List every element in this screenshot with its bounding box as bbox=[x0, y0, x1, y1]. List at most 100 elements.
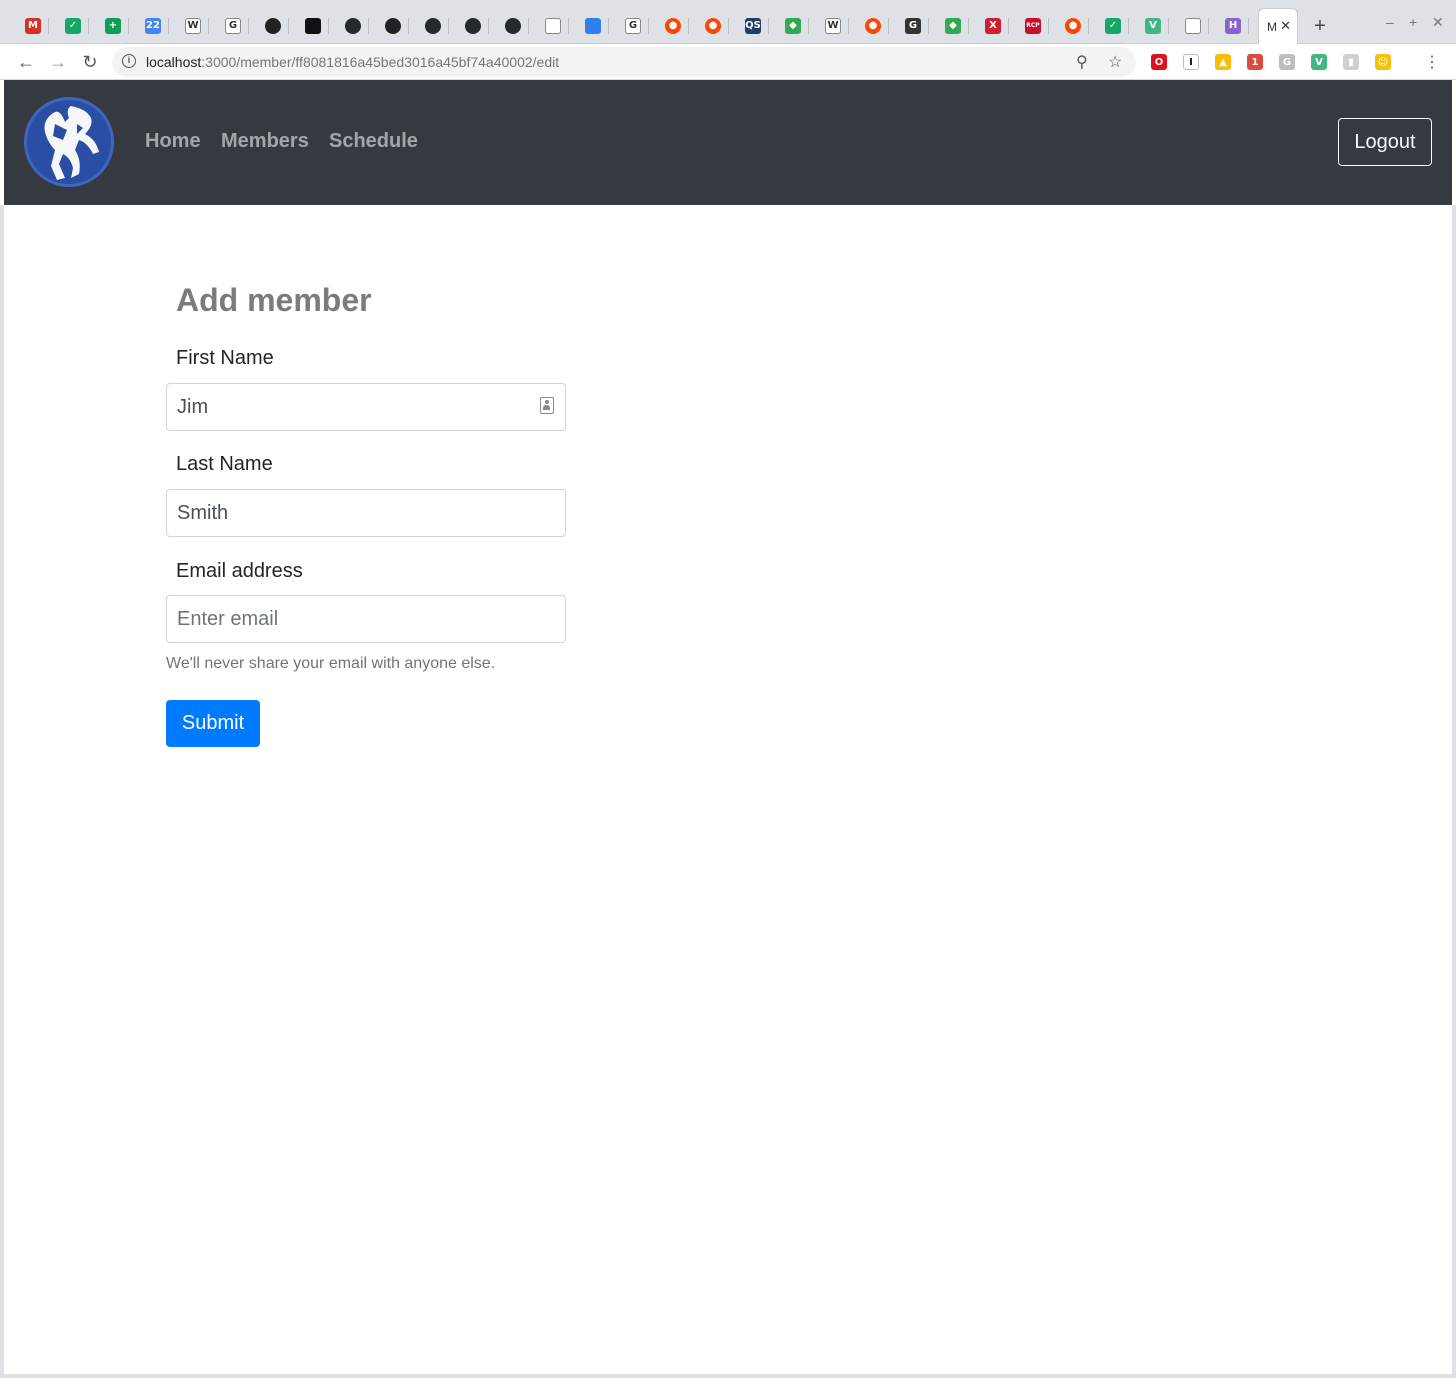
tab-separator bbox=[768, 18, 769, 34]
drive-icon[interactable]: ▲ bbox=[1215, 54, 1231, 70]
maps-icon: ◆ bbox=[945, 18, 961, 34]
browser-tab[interactable] bbox=[417, 10, 449, 42]
close-window-icon[interactable]: ✕ bbox=[1432, 14, 1444, 31]
email-help-text: We'll never share your email with anyone… bbox=[166, 655, 496, 672]
github-icon bbox=[345, 18, 361, 34]
new-tab-button[interactable]: + bbox=[1308, 14, 1332, 38]
back-arrow-icon[interactable]: ← bbox=[14, 50, 38, 74]
browser-tab[interactable] bbox=[297, 10, 329, 42]
browser-tab[interactable] bbox=[337, 10, 369, 42]
qs-icon: QS bbox=[745, 18, 761, 34]
emoji-icon[interactable]: ☺ bbox=[1375, 54, 1391, 70]
browser-tab[interactable] bbox=[1177, 10, 1209, 42]
reload-icon[interactable]: ↻ bbox=[78, 50, 102, 74]
forward-arrow-icon[interactable]: → bbox=[46, 50, 70, 74]
reddit-icon: ● bbox=[865, 18, 881, 34]
site-info-icon[interactable]: i bbox=[122, 54, 136, 68]
window-border-right bbox=[1452, 205, 1456, 1378]
logout-button[interactable]: Logout bbox=[1338, 118, 1432, 166]
browser-tab[interactable]: ◆ bbox=[937, 10, 969, 42]
maps-icon: ◆ bbox=[785, 18, 801, 34]
instapaper-icon[interactable]: I bbox=[1183, 54, 1199, 70]
sheets-icon: + bbox=[105, 18, 121, 34]
browser-tab[interactable] bbox=[577, 10, 609, 42]
wikipedia-icon: W bbox=[825, 18, 841, 34]
vue-devtools-icon[interactable]: V bbox=[1311, 54, 1327, 70]
bookmark-star-icon[interactable]: ☆ bbox=[1108, 52, 1122, 72]
autofill-contact-icon[interactable] bbox=[540, 397, 554, 414]
browser-tab[interactable] bbox=[377, 10, 409, 42]
nav-home-link[interactable]: Home bbox=[145, 130, 201, 153]
window-border-bottom bbox=[0, 1374, 1456, 1378]
browser-tab[interactable]: M bbox=[17, 10, 49, 42]
minimize-window-icon[interactable]: – bbox=[1386, 14, 1394, 30]
tab-separator bbox=[688, 18, 689, 34]
browser-tab[interactable]: ✓ bbox=[57, 10, 89, 42]
wikipedia-icon: W bbox=[185, 18, 201, 34]
tab-separator bbox=[1128, 18, 1129, 34]
browser-tab[interactable]: X bbox=[977, 10, 1009, 42]
zoom-icon[interactable]: ⚲ bbox=[1076, 52, 1088, 72]
close-tab-icon[interactable]: ✕ bbox=[1280, 18, 1291, 34]
hexagon-check-icon: ✓ bbox=[65, 18, 81, 34]
tab-separator bbox=[128, 18, 129, 34]
browser-tab[interactable]: W bbox=[817, 10, 849, 42]
grammar-icon[interactable]: G bbox=[1279, 54, 1295, 70]
browser-tab[interactable]: ✓ bbox=[1097, 10, 1129, 42]
address-bar[interactable]: i localhost:3000/member/ff8081816a45bed3… bbox=[112, 47, 1136, 77]
browser-tab[interactable]: 22 bbox=[137, 10, 169, 42]
email-input[interactable] bbox=[166, 595, 566, 643]
calendar-icon: 22 bbox=[145, 18, 161, 34]
maximize-window-icon[interactable]: + bbox=[1409, 14, 1417, 30]
browser-tab[interactable] bbox=[497, 10, 529, 42]
tab-separator bbox=[968, 18, 969, 34]
tab-separator bbox=[568, 18, 569, 34]
active-tab[interactable]: M ✕ bbox=[1258, 8, 1298, 44]
document-icon bbox=[545, 18, 561, 34]
browser-tab[interactable] bbox=[257, 10, 289, 42]
browser-menu-icon[interactable]: ⋮ bbox=[1424, 52, 1440, 72]
tab-separator bbox=[608, 18, 609, 34]
hexagon-check-icon: ✓ bbox=[1105, 18, 1121, 34]
address-url[interactable]: localhost:3000/member/ff8081816a45bed301… bbox=[146, 54, 559, 70]
browser-tab[interactable]: ● bbox=[657, 10, 689, 42]
last-name-input[interactable] bbox=[166, 489, 566, 537]
circle-app-icon bbox=[265, 18, 281, 34]
nav-members-link[interactable]: Members bbox=[221, 130, 309, 153]
todoist-icon[interactable]: 1 bbox=[1247, 54, 1263, 70]
browser-tab[interactable]: G bbox=[897, 10, 929, 42]
tab-separator bbox=[528, 18, 529, 34]
browser-tab[interactable]: ● bbox=[857, 10, 889, 42]
browser-tab[interactable]: ● bbox=[697, 10, 729, 42]
tab-separator bbox=[1248, 18, 1249, 34]
browser-tab[interactable]: V bbox=[1137, 10, 1169, 42]
tab-separator bbox=[1008, 18, 1009, 34]
rcp-icon: RCP bbox=[1025, 18, 1041, 34]
url-host: localhost bbox=[146, 54, 202, 70]
first-name-input[interactable] bbox=[166, 383, 566, 431]
browser-tab[interactable]: QS bbox=[737, 10, 769, 42]
browser-tab[interactable]: G bbox=[617, 10, 649, 42]
browser-tab[interactable]: G bbox=[217, 10, 249, 42]
browser-tab[interactable]: ◆ bbox=[777, 10, 809, 42]
browser-tab[interactable] bbox=[537, 10, 569, 42]
club-logo[interactable] bbox=[24, 97, 114, 187]
nav-schedule-link[interactable]: Schedule bbox=[329, 130, 418, 153]
shield-blue-icon bbox=[585, 18, 601, 34]
first-name-label: First Name bbox=[176, 347, 274, 369]
tab-separator bbox=[208, 18, 209, 34]
browser-tab[interactable]: H bbox=[1217, 10, 1249, 42]
browser-tab[interactable]: ● bbox=[1057, 10, 1089, 42]
circle-app-icon bbox=[385, 18, 401, 34]
browser-tab[interactable]: + bbox=[97, 10, 129, 42]
browser-tab[interactable] bbox=[457, 10, 489, 42]
opera-icon[interactable]: O bbox=[1151, 54, 1167, 70]
github-icon bbox=[425, 18, 441, 34]
browser-tab[interactable]: W bbox=[177, 10, 209, 42]
tab-separator bbox=[728, 18, 729, 34]
tab-separator bbox=[328, 18, 329, 34]
submit-button[interactable]: Submit bbox=[166, 700, 260, 747]
puzzle-icon[interactable]: ▮ bbox=[1343, 54, 1359, 70]
page-title: Add member bbox=[176, 282, 372, 318]
browser-tab[interactable]: RCP bbox=[1017, 10, 1049, 42]
